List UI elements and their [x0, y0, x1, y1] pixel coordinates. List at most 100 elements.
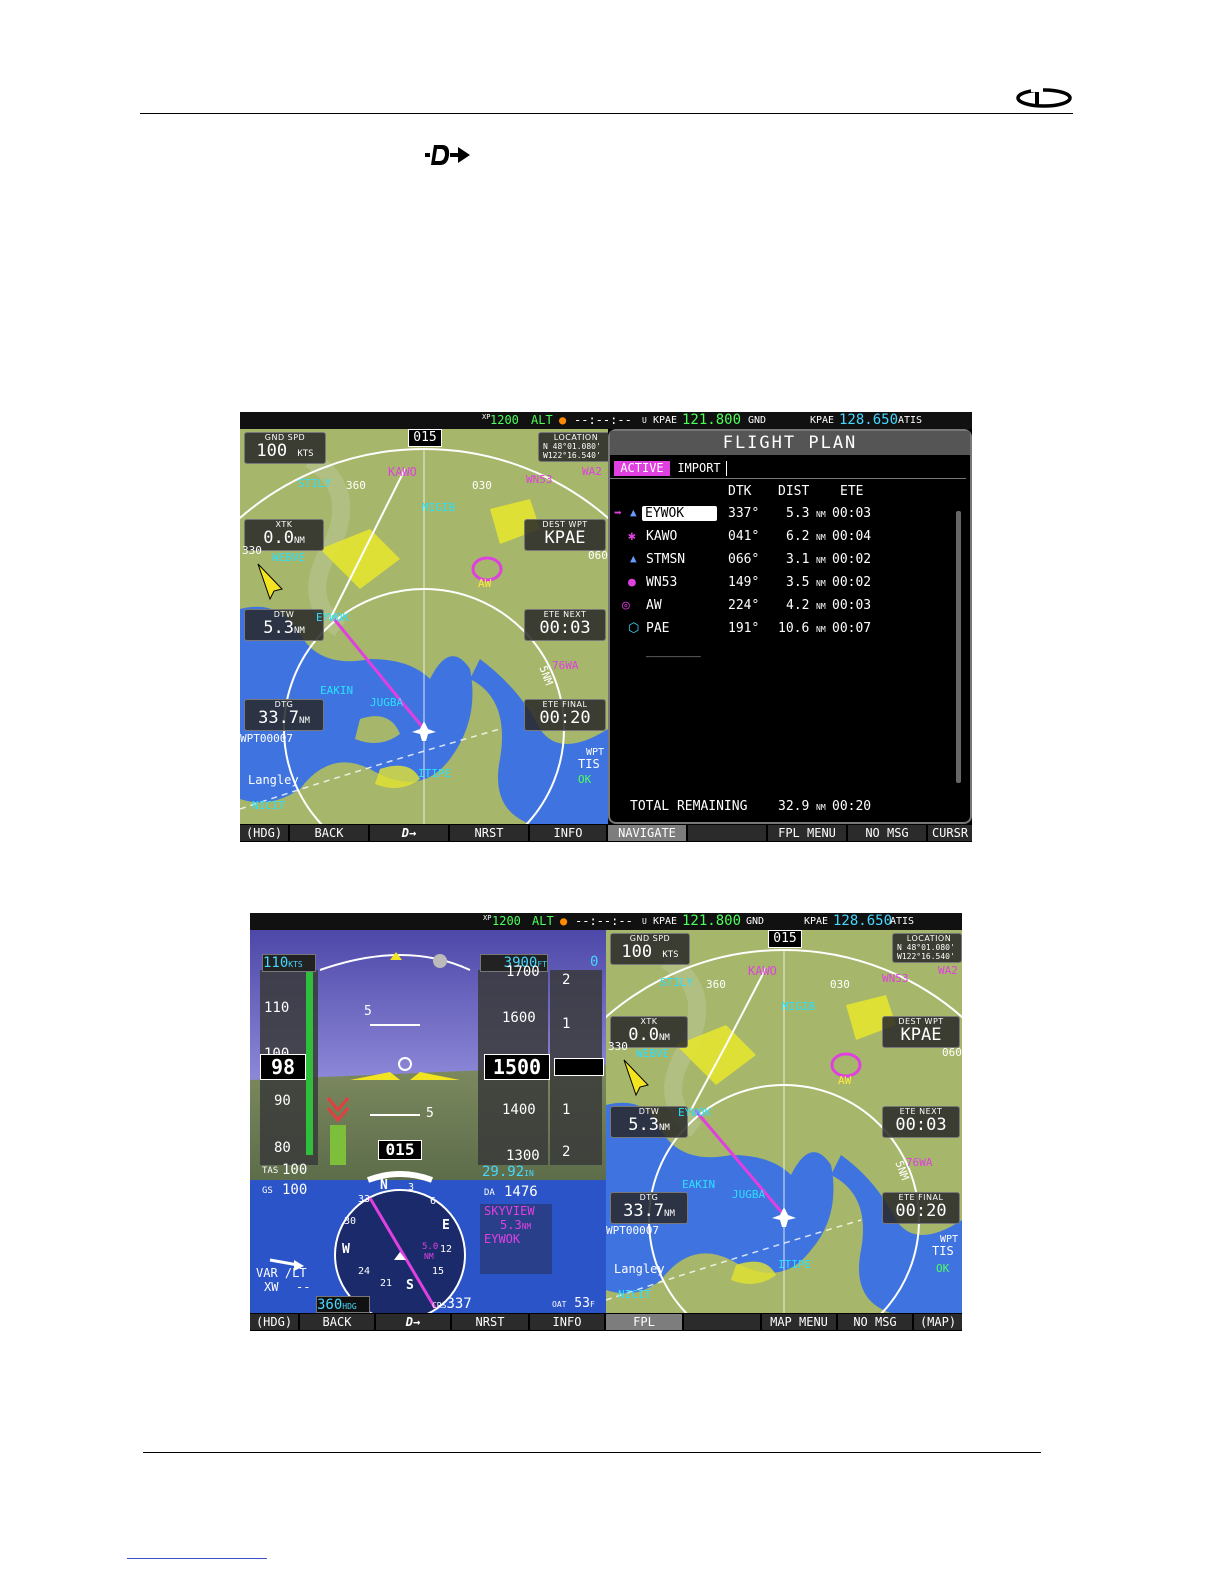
xpdr-mode[interactable]: ALT [532, 913, 554, 930]
altitude-readout: 1500 [484, 1054, 550, 1080]
moving-map[interactable]: GND SPD 100 KTS 015 LOCATION N 48°01.080… [240, 429, 608, 824]
airspeed-bug[interactable]: 110KTS [262, 954, 316, 972]
fpl-unit-5: NM [816, 625, 826, 634]
squawk-code[interactable]: 1200 [490, 412, 519, 429]
fpl-dist-4: 4.2 [786, 598, 810, 613]
dest-wpt-value: KPAE [900, 1025, 942, 1045]
softkey-blank[interactable] [688, 825, 766, 841]
map-label-webve: WEBVE [636, 1047, 670, 1060]
heading-bug-box[interactable]: 360HDG [316, 1296, 370, 1313]
vsi-tick-up-2: 2 [562, 972, 571, 988]
dtg-box[interactable]: DTG 33.7NM [244, 699, 324, 731]
gnd-speed-box[interactable]: GND SPD 100 KTS [244, 432, 326, 464]
com1-frequency[interactable]: 121.800 [682, 913, 741, 930]
softkey-blank[interactable] [684, 1314, 760, 1330]
compass-330: 330 [608, 1040, 628, 1053]
squawk-code[interactable]: 1200 [492, 913, 521, 930]
softkey-direct-to[interactable]: D→ [376, 1314, 450, 1330]
hsi-label-33: 33 [358, 1194, 371, 1205]
fpl-empty-row[interactable]: _______ [646, 643, 701, 658]
xpdr-mode[interactable]: ALT [531, 412, 553, 429]
ete-next-box[interactable]: ETE NEXT 00:03 [524, 609, 606, 641]
fpl-dtk-5: 191° [728, 621, 760, 636]
hsi-letter-w: W [342, 1242, 350, 1257]
softkey-map-menu[interactable]: MAP MENU [762, 1314, 836, 1330]
pfd[interactable]: 110KTS 110 100 90 80 98 TAS 100 GS 100 5… [250, 930, 606, 1313]
map-label-eywok: EYWOK [678, 1106, 712, 1119]
map-label-wpt00007: WPT00007 [606, 1224, 659, 1237]
map-label-kawo: KAWO [388, 465, 417, 479]
intersection-icon: ▲ [630, 552, 637, 565]
softkey-fpl-menu[interactable]: FPL MENU [768, 825, 846, 841]
footer-link-underline[interactable] [127, 1558, 267, 1559]
softkey-info[interactable]: INFO [530, 825, 606, 841]
timer[interactable]: --:--:-- [574, 412, 632, 429]
airspeed-readout: 98 [260, 1054, 306, 1080]
skyview-screen-pfd-map: XP 1200 ALT ● --:--:-- U KPAE 121.800 GN… [250, 913, 962, 1331]
softkey-nrst[interactable]: NRST [452, 1314, 528, 1330]
dtw-box[interactable]: DTW 5.3NM [244, 609, 324, 641]
tab-active[interactable]: ACTIVE [614, 461, 670, 476]
active-leg-arrow-icon: ➡ [614, 506, 622, 521]
oat-value: 53 [574, 1296, 590, 1311]
softkey-hdg[interactable]: (HDG) [250, 1314, 298, 1330]
map-label-aw: AW [478, 577, 492, 590]
tas-value: 100 [282, 1162, 308, 1178]
baro-setting[interactable]: 29.92IN [482, 1164, 546, 1180]
timer[interactable]: --:--:-- [575, 913, 633, 930]
softkey-no-msg[interactable]: NO MSG [848, 825, 926, 841]
com2-frequency[interactable]: 128.650 [839, 412, 898, 429]
softkey-map[interactable]: (MAP) [914, 1314, 962, 1330]
footer-rule [143, 1452, 1041, 1453]
top-status-bar: XP 1200 ALT ● --:--:-- U KPAE 121.800 GN… [240, 412, 972, 429]
softkey-no-msg[interactable]: NO MSG [838, 1314, 912, 1330]
dest-wpt-box[interactable]: DEST WPT KPAE [882, 1016, 960, 1048]
ete-next-box[interactable]: ETE NEXT 00:03 [882, 1106, 960, 1138]
softkey-direct-to[interactable]: D→ [370, 825, 448, 841]
alt-tick-1600: 1600 [502, 1010, 536, 1026]
tab-import[interactable]: IMPORT [672, 461, 727, 476]
gnd-speed-box[interactable]: GND SPD 100 KTS [610, 933, 690, 965]
moving-map[interactable]: GND SPD 100 KTS 015 LOCATION N 48°01.080… [606, 930, 962, 1313]
location-box[interactable]: LOCATION N 48°01.080' W122°16.540' [538, 432, 608, 462]
ete-final-box[interactable]: ETE FINAL 00:20 [524, 699, 606, 731]
dtw-box[interactable]: DTW 5.3NM [610, 1106, 688, 1138]
softkey-navigate[interactable]: NAVIGATE [608, 825, 686, 841]
softkey-cursr[interactable]: CURSR [928, 825, 972, 841]
map-label-aw: AW [838, 1074, 852, 1087]
baro-value: 29.92 [482, 1164, 525, 1180]
nav-distance: 5.3 [500, 1218, 522, 1232]
dest-wpt-box[interactable]: DEST WPT KPAE [524, 519, 606, 551]
softkey-hdg[interactable]: (HDG) [240, 825, 288, 841]
dtg-value: 33.7 [258, 708, 300, 728]
gnd-speed-value: 100 [621, 942, 653, 962]
xpdr-label: XP [483, 914, 492, 922]
map-label-itipe: ITIPE [418, 767, 452, 780]
crosswind-value: -- [296, 1280, 311, 1294]
xtk-unit: NM [658, 1033, 670, 1043]
ete-final-box[interactable]: ETE FINAL 00:20 [882, 1192, 960, 1224]
dest-wpt-value: KPAE [544, 528, 586, 548]
location-box[interactable]: LOCATION N 48°01.080' W122°16.540' [892, 933, 962, 963]
dtg-box[interactable]: DTG 33.7NM [610, 1192, 688, 1224]
softkey-back[interactable]: BACK [300, 1314, 374, 1330]
map-label-tis: TIS [578, 757, 600, 771]
softkey-back[interactable]: BACK [290, 825, 368, 841]
xtk-value: 0.0 [628, 1025, 659, 1045]
course-box[interactable]: CRS337 [432, 1296, 492, 1312]
softkey-info[interactable]: INFO [530, 1314, 604, 1330]
col-header-dtk: DTK [728, 484, 752, 499]
course-label: CRS [432, 1301, 447, 1310]
softkey-nrst[interactable]: NRST [450, 825, 528, 841]
total-remaining-label: TOTAL REMAINING [630, 799, 748, 814]
map-label-jugba: JUGBA [370, 696, 404, 709]
map-label-migib: MIGIB [782, 1000, 816, 1013]
vsi-bug[interactable]: 0 [590, 954, 598, 970]
softkey-fpl[interactable]: FPL [606, 1314, 682, 1330]
map-label-wa2: WA2 [938, 964, 958, 977]
fpl-scrollbar[interactable] [956, 511, 961, 783]
nav-waypoint: EYWOK [484, 1232, 521, 1246]
com1-frequency[interactable]: 121.800 [682, 412, 741, 429]
course-value: 337 [446, 1296, 472, 1312]
com2-frequency[interactable]: 128.650 [833, 913, 892, 930]
